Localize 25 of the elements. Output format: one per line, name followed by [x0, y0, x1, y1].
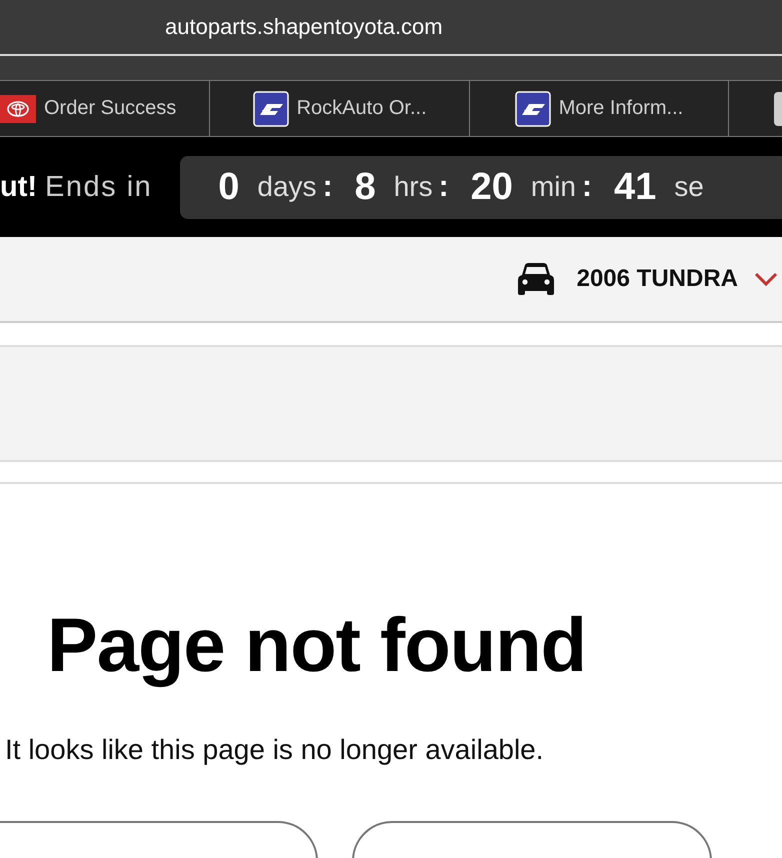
vehicle-selector[interactable]: 2006 TUNDRA	[576, 265, 778, 293]
browser-tab[interactable]: Order Success	[0, 81, 210, 136]
countdown-unit: min	[530, 171, 576, 203]
countdown-unit: hrs	[394, 171, 433, 203]
countdown-separator: :	[438, 170, 449, 204]
countdown-value: 41	[614, 166, 656, 208]
promo-text: Ends in	[45, 170, 152, 204]
rockauto-logo-icon	[252, 90, 289, 126]
url-text[interactable]: autoparts.shapentoyota.com	[165, 14, 443, 40]
countdown-value: 20	[470, 166, 513, 208]
countdown-value: 0	[218, 166, 240, 208]
countdown-unit: days	[257, 171, 317, 203]
tab-favicon-icon	[774, 92, 782, 126]
toyota-emblem-icon	[0, 94, 36, 122]
chevron-down-icon	[754, 271, 778, 287]
countdown-value: 8	[354, 166, 376, 208]
countdown-separator: :	[322, 170, 333, 204]
rockauto-logo-icon	[514, 90, 551, 126]
car-icon	[516, 262, 555, 296]
promo-lead-text: ut!	[0, 170, 38, 204]
countdown-separator: :	[582, 170, 592, 204]
browser-tab[interactable]: RockAuto Or...	[210, 81, 470, 136]
error-message: It looks like this page is no longer available.	[5, 734, 545, 766]
browser-tab[interactable]: More Inform...	[470, 81, 730, 136]
countdown-unit: se	[674, 171, 704, 203]
